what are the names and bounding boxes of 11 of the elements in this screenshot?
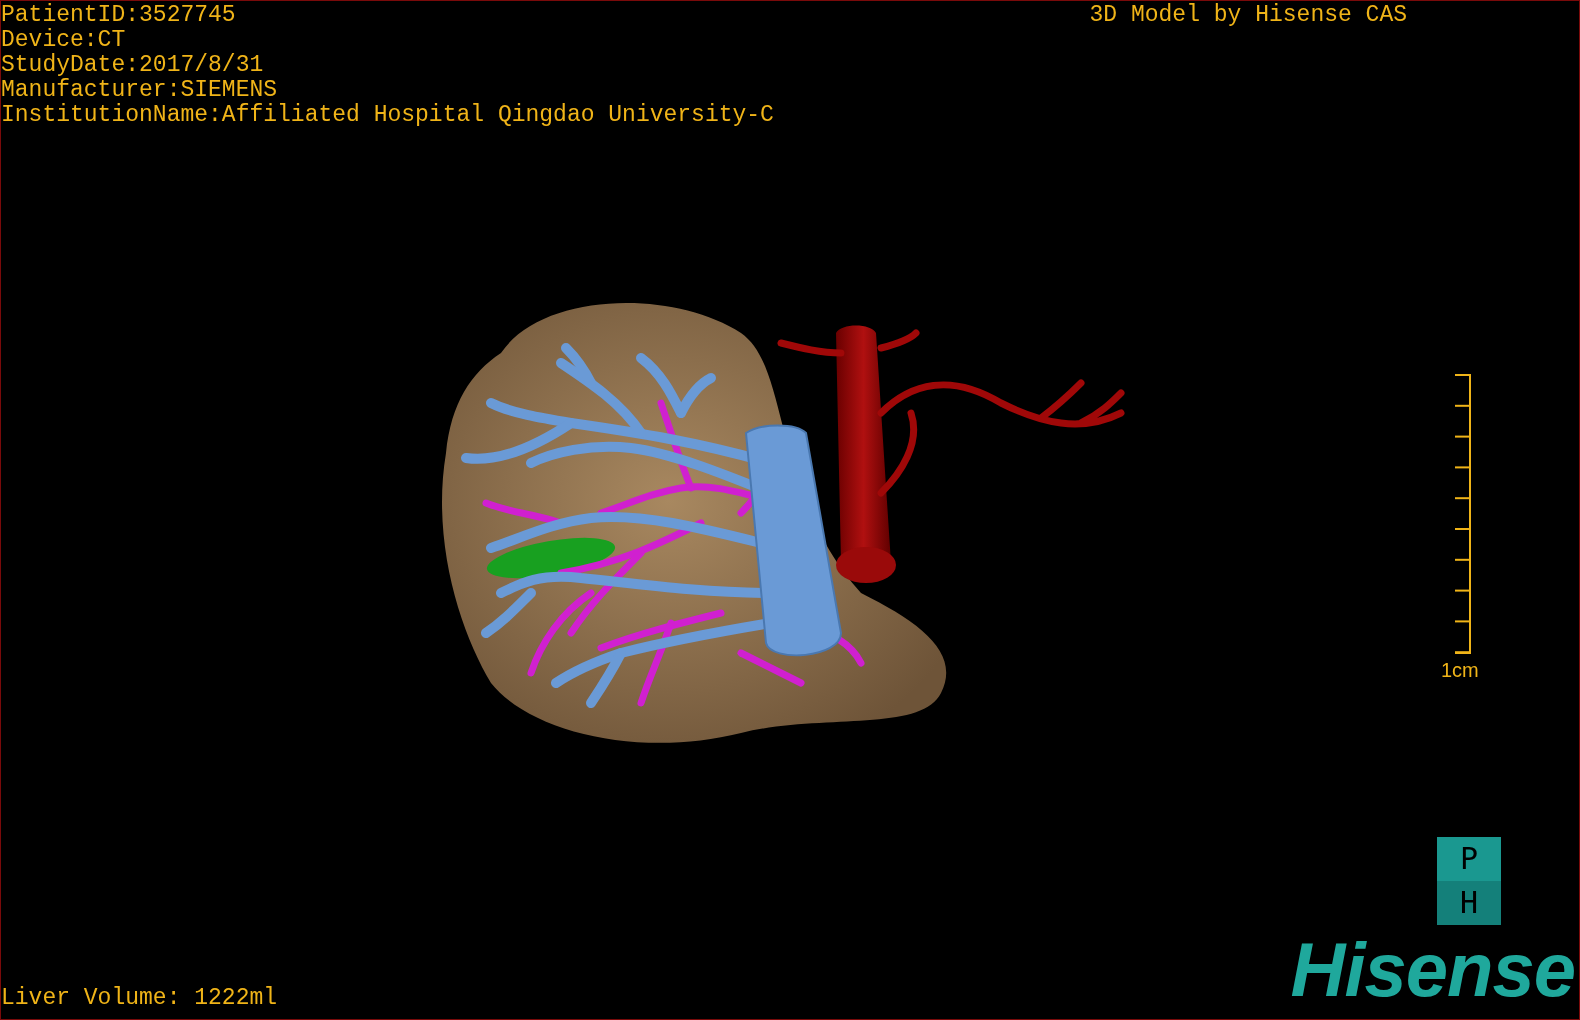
- scale-label: 1cm: [1441, 659, 1479, 681]
- orientation-cube-face: H: [1437, 881, 1501, 925]
- brand-logo: Hisense: [1290, 935, 1575, 1005]
- viewer-title: 3D Model by Hisense CAS: [1089, 3, 1407, 30]
- patient-info-line: PatientID:3527745: [1, 3, 237, 28]
- liver-volume-text: Liver Volume: 1222ml: [1, 986, 278, 1011]
- orientation-cube-face: P: [1437, 837, 1501, 881]
- patient-info-line: Manufacturer:SIEMENS: [1, 78, 279, 103]
- patient-info-line: InstitutionName:Affiliated Hospital Qingdao University-C: [1, 103, 774, 128]
- patient-info-line: StudyDate:2017/8/31: [1, 53, 265, 78]
- patient-info-line: Device:CT: [1, 28, 127, 53]
